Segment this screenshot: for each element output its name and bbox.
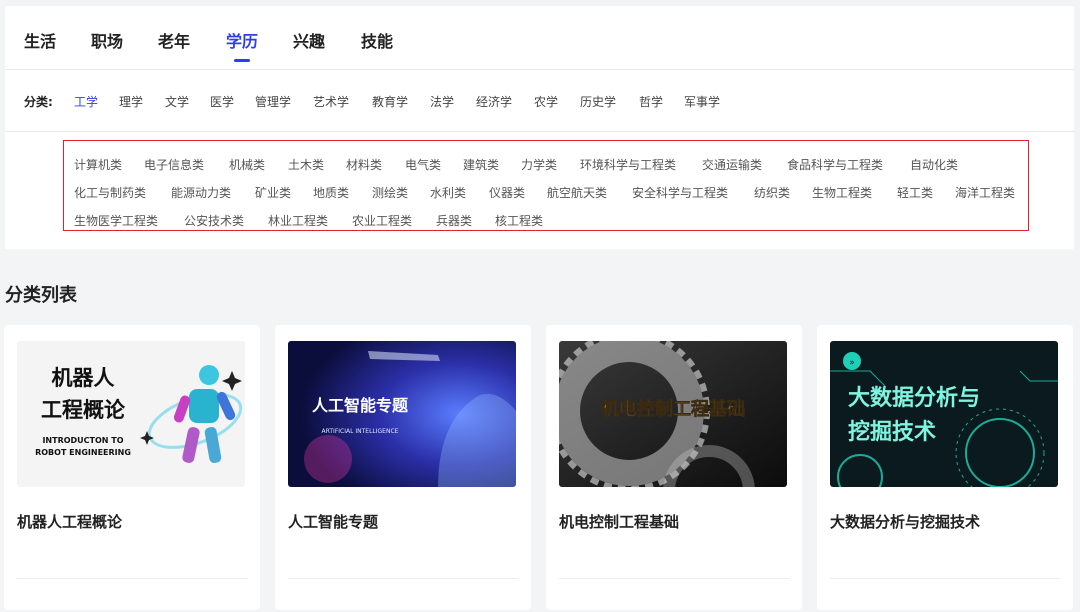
subcategory-item[interactable]: 安全科学与工程类 xyxy=(632,184,728,201)
subcategory-item[interactable]: 航空航天类 xyxy=(547,184,607,201)
subcategory-item[interactable]: 食品科学与工程类 xyxy=(787,156,883,173)
subcategory-item[interactable]: 建筑类 xyxy=(463,156,499,173)
thumb-subtitle: ROBOT ENGINEERING xyxy=(35,448,131,457)
category-philosophy[interactable]: 哲学 xyxy=(639,93,663,110)
category-medicine[interactable]: 医学 xyxy=(210,93,234,110)
thumb-subtitle: INTRODUCTON TO xyxy=(42,436,123,445)
subcategory-item[interactable]: 生物医学工程类 xyxy=(74,212,158,229)
thumb-subtitle: ARTIFICIAL INTELLIGENCE xyxy=(322,428,399,435)
category-engineering[interactable]: 工学 xyxy=(74,93,98,110)
subcategory-item[interactable]: 水利类 xyxy=(430,184,466,201)
subcategory-item[interactable]: 交通运输类 xyxy=(702,156,762,173)
course-thumbnail: 人工智能专题 ARTIFICIAL INTELLIGENCE xyxy=(288,341,516,487)
subcategory-item[interactable]: 公安技术类 xyxy=(184,212,244,229)
subcategory-item[interactable]: 电气类 xyxy=(405,156,441,173)
subcategory-item[interactable]: 环境科学与工程类 xyxy=(580,156,676,173)
thumb-title-line: 挖掘技术 xyxy=(848,419,936,445)
tab-elderly[interactable]: 老年 xyxy=(158,28,190,52)
subcategory-item[interactable]: 林业工程类 xyxy=(268,212,328,229)
subcategory-item[interactable]: 核工程类 xyxy=(495,212,543,229)
thumb-title-line: 机电控制工程基础 xyxy=(601,398,745,420)
divider xyxy=(559,578,789,579)
course-thumbnail: 机电控制工程基础 xyxy=(559,341,787,487)
section-title: 分类列表 xyxy=(5,285,77,306)
course-thumbnail: 机器人 工程概论 INTRODUCTON TO ROBOT ENGINEERIN… xyxy=(17,341,245,487)
tab-workplace[interactable]: 职场 xyxy=(91,28,123,52)
tab-skills[interactable]: 技能 xyxy=(361,28,393,52)
subcategory-item[interactable]: 电子信息类 xyxy=(144,156,204,173)
subcategory-item[interactable]: 农业工程类 xyxy=(352,212,412,229)
category-arts[interactable]: 艺术学 xyxy=(313,93,349,110)
category-science[interactable]: 理学 xyxy=(119,93,143,110)
subcategory-item[interactable]: 轻工类 xyxy=(897,184,933,201)
category-agriculture[interactable]: 农学 xyxy=(534,93,558,110)
subcategory-item[interactable]: 力学类 xyxy=(521,156,557,173)
subcategory-item[interactable]: 生物工程类 xyxy=(812,184,872,201)
divider xyxy=(288,578,518,579)
subcategory-item[interactable]: 能源动力类 xyxy=(171,184,231,201)
course-card[interactable]: 机电控制工程基础 机电控制工程基础 xyxy=(546,325,802,610)
subcategory-item[interactable]: 土木类 xyxy=(288,156,324,173)
category-row: 分类: 工学 理学 文学 医学 管理学 艺术学 教育学 法学 经济学 农学 历史… xyxy=(5,70,1074,132)
subcategory-item[interactable]: 地质类 xyxy=(313,184,349,201)
tab-interest[interactable]: 兴趣 xyxy=(293,28,325,52)
divider xyxy=(17,578,247,579)
subcategory-item[interactable]: 海洋工程类 xyxy=(955,184,1015,201)
subcategory-item[interactable]: 化工与制药类 xyxy=(74,184,146,201)
subcategory-item[interactable]: 仪器类 xyxy=(489,184,525,201)
course-card[interactable]: 机器人 工程概论 INTRODUCTON TO ROBOT ENGINEERIN… xyxy=(4,325,260,610)
subcategory-item[interactable]: 机械类 xyxy=(229,156,265,173)
category-label: 分类: xyxy=(24,95,53,109)
course-title: 机电控制工程基础 xyxy=(559,513,680,531)
category-military[interactable]: 军事学 xyxy=(684,93,720,110)
subcategory-item[interactable]: 测绘类 xyxy=(372,184,408,201)
thumb-title-line: 工程概论 xyxy=(41,398,126,422)
course-card[interactable]: » 大数据分析与 挖掘技术 大数据分析与挖掘技术 xyxy=(817,325,1073,610)
thumb-title-line: 人工智能专题 xyxy=(312,396,409,415)
course-title: 人工智能专题 xyxy=(288,513,379,531)
subcategory-item[interactable]: 兵器类 xyxy=(436,212,472,229)
tab-education[interactable]: 学历 xyxy=(226,28,258,62)
subcategory-item[interactable]: 自动化类 xyxy=(910,156,958,173)
course-title: 机器人工程概论 xyxy=(17,513,123,531)
category-economics[interactable]: 经济学 xyxy=(476,93,512,110)
category-pedagogy[interactable]: 教育学 xyxy=(372,93,408,110)
subcategory-item[interactable]: 计算机类 xyxy=(74,156,122,173)
tab-life[interactable]: 生活 xyxy=(24,28,56,52)
subcategory-item[interactable]: 材料类 xyxy=(346,156,382,173)
category-history[interactable]: 历史学 xyxy=(580,93,616,110)
course-thumbnail: » 大数据分析与 挖掘技术 xyxy=(830,341,1058,487)
divider xyxy=(830,578,1060,579)
svg-text:»: » xyxy=(849,358,855,368)
category-law[interactable]: 法学 xyxy=(430,93,454,110)
subcategory-item[interactable]: 纺织类 xyxy=(754,184,790,201)
top-tabs: 生活 职场 老年 学历 兴趣 技能 xyxy=(5,6,1074,70)
category-management[interactable]: 管理学 xyxy=(255,93,291,110)
course-title: 大数据分析与挖掘技术 xyxy=(830,513,981,531)
thumb-title-line: 机器人 xyxy=(52,366,115,390)
thumb-title-line: 大数据分析与 xyxy=(848,385,980,411)
course-card[interactable]: 人工智能专题 ARTIFICIAL INTELLIGENCE 人工智能专题 xyxy=(275,325,531,610)
category-literature[interactable]: 文学 xyxy=(165,93,189,110)
subcategory-item[interactable]: 矿业类 xyxy=(255,184,291,201)
